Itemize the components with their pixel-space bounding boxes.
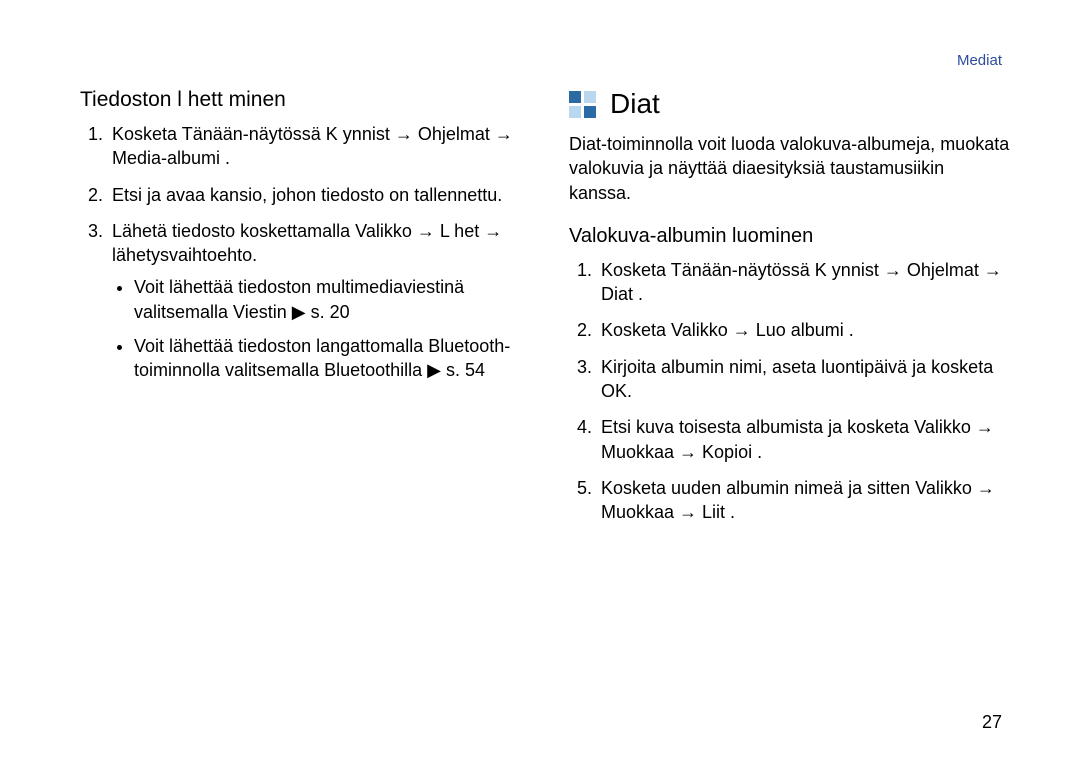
section-breadcrumb: Mediat <box>957 52 1002 69</box>
list-item-text: Kosketa Tänään-näytössä K ynnist → Ohjel… <box>112 124 513 168</box>
right-heading: Diat <box>610 88 660 120</box>
list-item-text: Etsi kuva toisesta albumista ja kosketa … <box>601 417 994 461</box>
left-heading: Tiedoston l hett minen <box>80 88 521 112</box>
two-column-layout: Tiedoston l hett minen Kosketa Tänään-nä… <box>80 88 1010 537</box>
list-item: Etsi ja avaa kansio, johon tiedosto on t… <box>108 183 521 207</box>
list-item-text: Kosketa Valikko → Luo albumi . <box>601 320 854 340</box>
left-column: Tiedoston l hett minen Kosketa Tänään-nä… <box>80 88 521 537</box>
bullet-item: Voit lähettää tiedoston multimediaviesti… <box>134 275 521 324</box>
intro-paragraph: Diat-toiminnolla voit luoda valokuva-alb… <box>569 132 1010 205</box>
list-item-text: Etsi ja avaa kansio, johon tiedosto on t… <box>112 185 502 205</box>
bullet-item-text: Voit lähettää tiedoston multimediaviesti… <box>134 277 464 321</box>
left-ordered-list: Kosketa Tänään-näytössä K ynnist → Ohjel… <box>80 122 521 383</box>
nested-bullet-list: Voit lähettää tiedoston multimediaviesti… <box>112 275 521 382</box>
section-squares-icon <box>569 91 596 118</box>
list-item: Kirjoita albumin nimi, aseta luontipäivä… <box>597 355 1010 404</box>
right-subheading: Valokuva-albumin luominen <box>569 225 1010 248</box>
list-item-text: Lähetä tiedosto koskettamalla Valikko → … <box>112 221 502 265</box>
right-column: Diat Diat-toiminnolla voit luoda valokuv… <box>569 88 1010 537</box>
list-item: Kosketa Tänään-näytössä K ynnist → Ohjel… <box>597 258 1010 307</box>
bullet-item-text: Voit lähettää tiedoston langattomalla Bl… <box>134 336 510 380</box>
right-ordered-list: Kosketa Tänään-näytössä K ynnist → Ohjel… <box>569 258 1010 525</box>
list-item: Etsi kuva toisesta albumista ja kosketa … <box>597 415 1010 464</box>
bullet-item: Voit lähettää tiedoston langattomalla Bl… <box>134 334 521 383</box>
list-item-text: Kosketa uuden albumin nimeä ja sitten Va… <box>601 478 995 522</box>
list-item-text: Kirjoita albumin nimi, aseta luontipäivä… <box>601 357 993 401</box>
list-item: Kosketa Tänään-näytössä K ynnist → Ohjel… <box>108 122 521 171</box>
list-item-text: Kosketa Tänään-näytössä K ynnist → Ohjel… <box>601 260 1002 304</box>
page: Mediat Tiedoston l hett minen Kosketa Tä… <box>0 0 1080 765</box>
list-item: Lähetä tiedosto koskettamalla Valikko → … <box>108 219 521 383</box>
page-number: 27 <box>982 712 1002 733</box>
right-heading-row: Diat <box>569 88 1010 120</box>
list-item: Kosketa uuden albumin nimeä ja sitten Va… <box>597 476 1010 525</box>
list-item: Kosketa Valikko → Luo albumi . <box>597 318 1010 342</box>
